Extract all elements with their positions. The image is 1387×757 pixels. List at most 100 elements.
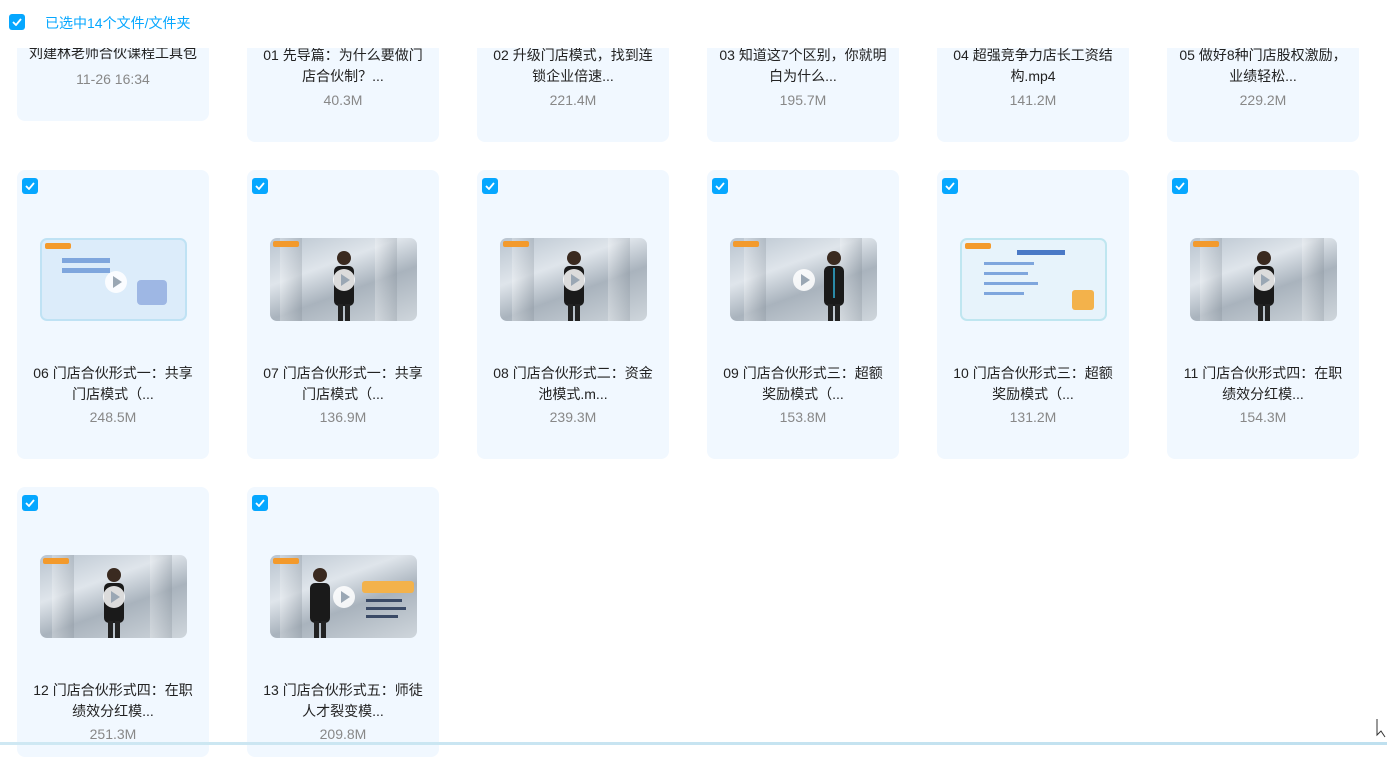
slide-bar-decoration bbox=[366, 615, 398, 618]
checkbox-checked-icon bbox=[25, 182, 35, 190]
play-icon bbox=[105, 271, 127, 293]
slide-bar-decoration bbox=[62, 268, 110, 273]
file-checkbox[interactable] bbox=[22, 178, 38, 194]
building-decoration bbox=[1302, 238, 1324, 321]
file-date: 11-26 16:34 bbox=[76, 71, 150, 87]
file-name: 03 知道这7个区别，你就明白为什么... bbox=[719, 47, 887, 84]
file-name: 04 超强竞争力店长工资结构.mp4 bbox=[953, 47, 1113, 84]
file-name: 02 升级门店模式，找到连锁企业倍速... bbox=[493, 47, 653, 84]
brand-logo-icon bbox=[733, 241, 759, 247]
file-card[interactable]: 06 门店合伙形式一：共享门店模式（... 248.5M bbox=[17, 170, 209, 459]
play-icon bbox=[1253, 269, 1275, 291]
video-thumbnail bbox=[270, 555, 417, 638]
slide-bar-decoration bbox=[984, 272, 1028, 275]
building-decoration bbox=[1200, 238, 1222, 321]
checkbox-checked-icon bbox=[1175, 182, 1185, 190]
slide-bar-decoration bbox=[984, 292, 1024, 295]
slide-title-decoration bbox=[1017, 250, 1065, 255]
building-decoration bbox=[150, 555, 172, 638]
video-thumbnail bbox=[40, 238, 187, 321]
slide-title-decoration bbox=[362, 581, 414, 593]
building-decoration bbox=[744, 238, 766, 321]
selection-bar: 已选中14个文件/文件夹 bbox=[0, 0, 1387, 48]
checkbox-checked-icon bbox=[255, 182, 265, 190]
file-checkbox[interactable] bbox=[482, 178, 498, 194]
file-card[interactable]: 11 门店合伙形式四：在职绩效分红模... 154.3M bbox=[1167, 170, 1359, 459]
file-size: 154.3M bbox=[1239, 409, 1287, 425]
file-size: 239.3M bbox=[549, 409, 597, 425]
file-size: 153.8M bbox=[779, 409, 827, 425]
file-card[interactable]: 07 门店合伙形式一：共享门店模式（... 136.9M bbox=[247, 170, 439, 459]
slide-bar-decoration bbox=[984, 282, 1038, 285]
file-grid: 刘建林老师合伙课程工具包 11-26 16:34 01 先导篇：为什么要做门店合… bbox=[0, 0, 1387, 757]
checkbox-checked-icon bbox=[12, 18, 22, 26]
play-icon bbox=[563, 269, 585, 291]
file-card[interactable]: 08 门店合伙形式二：资金池模式.m... 239.3M bbox=[477, 170, 669, 459]
brand-logo-icon bbox=[1193, 241, 1219, 247]
file-checkbox[interactable] bbox=[22, 495, 38, 511]
file-name: 10 门店合伙形式三：超额奖励模式（... bbox=[953, 365, 1113, 402]
file-size: 209.8M bbox=[319, 726, 367, 742]
presenter-figure-icon bbox=[824, 251, 844, 321]
brand-logo-icon bbox=[45, 243, 71, 249]
select-all-checkbox[interactable] bbox=[9, 14, 25, 30]
video-thumbnail bbox=[40, 555, 187, 638]
checkbox-checked-icon bbox=[485, 182, 495, 190]
file-checkbox[interactable] bbox=[252, 178, 268, 194]
file-name: 08 门店合伙形式二：资金池模式.m... bbox=[493, 365, 653, 402]
file-size: 229.2M bbox=[1239, 92, 1287, 108]
video-thumbnail bbox=[730, 238, 877, 321]
file-checkbox[interactable] bbox=[942, 178, 958, 194]
selection-count-label: 已选中14个文件/文件夹 bbox=[45, 15, 191, 31]
file-size: 251.3M bbox=[89, 726, 137, 742]
file-checkbox[interactable] bbox=[1172, 178, 1188, 194]
checkbox-checked-icon bbox=[715, 182, 725, 190]
building-decoration bbox=[280, 238, 302, 321]
slide-bar-decoration bbox=[62, 258, 110, 263]
file-card[interactable]: 12 门店合伙形式四：在职绩效分红模... 251.3M bbox=[17, 487, 209, 757]
file-name: 12 门店合伙形式四：在职绩效分红模... bbox=[33, 682, 193, 719]
building-decoration bbox=[375, 238, 397, 321]
play-icon bbox=[333, 586, 355, 608]
file-card[interactable]: 09 门店合伙形式三：超额奖励模式（... 153.8M bbox=[707, 170, 899, 459]
file-name: 07 门店合伙形式一：共享门店模式（... bbox=[263, 365, 423, 402]
slide-bar-decoration bbox=[366, 599, 402, 602]
video-thumbnail bbox=[1190, 238, 1337, 321]
slide-illustration bbox=[1072, 290, 1094, 310]
video-thumbnail bbox=[270, 238, 417, 321]
video-thumbnail bbox=[500, 238, 647, 321]
file-name: 09 门店合伙形式三：超额奖励模式（... bbox=[723, 365, 883, 402]
file-name: 01 先导篇：为什么要做门店合伙制？... bbox=[263, 47, 423, 84]
play-icon bbox=[103, 586, 125, 608]
file-size: 131.2M bbox=[1009, 409, 1057, 425]
brand-logo-icon bbox=[273, 558, 299, 564]
file-card[interactable]: 10 门店合伙形式三：超额奖励模式（... 131.2M bbox=[937, 170, 1129, 459]
play-icon bbox=[793, 269, 815, 291]
file-size: 141.2M bbox=[1009, 92, 1057, 108]
building-decoration bbox=[512, 238, 534, 321]
mouse-cursor-icon bbox=[1376, 719, 1386, 738]
file-checkbox[interactable] bbox=[252, 495, 268, 511]
slide-bar-decoration bbox=[984, 262, 1034, 265]
slide-illustration bbox=[137, 280, 167, 305]
slide-bar-decoration bbox=[366, 607, 406, 610]
brand-logo-icon bbox=[273, 241, 299, 247]
file-name: 13 门店合伙形式五：师徒人才裂变模... bbox=[263, 682, 423, 719]
building-decoration bbox=[52, 555, 74, 638]
file-size: 136.9M bbox=[319, 409, 367, 425]
file-card[interactable]: 13 门店合伙形式五：师徒人才裂变模... 209.8M bbox=[247, 487, 439, 757]
file-size: 221.4M bbox=[549, 92, 597, 108]
file-size: 248.5M bbox=[89, 409, 137, 425]
checkbox-checked-icon bbox=[945, 182, 955, 190]
file-size: 195.7M bbox=[779, 92, 827, 108]
file-name: 06 门店合伙形式一：共享门店模式（... bbox=[33, 365, 193, 402]
building-decoration bbox=[280, 555, 302, 638]
file-name: 11 门店合伙形式四：在职绩效分红模... bbox=[1183, 365, 1343, 402]
brand-logo-icon bbox=[43, 558, 69, 564]
checkbox-checked-icon bbox=[25, 499, 35, 507]
file-checkbox[interactable] bbox=[712, 178, 728, 194]
brand-logo-icon bbox=[503, 241, 529, 247]
building-decoration bbox=[608, 238, 630, 321]
file-size: 40.3M bbox=[323, 92, 363, 108]
presenter-figure-icon bbox=[310, 568, 330, 638]
